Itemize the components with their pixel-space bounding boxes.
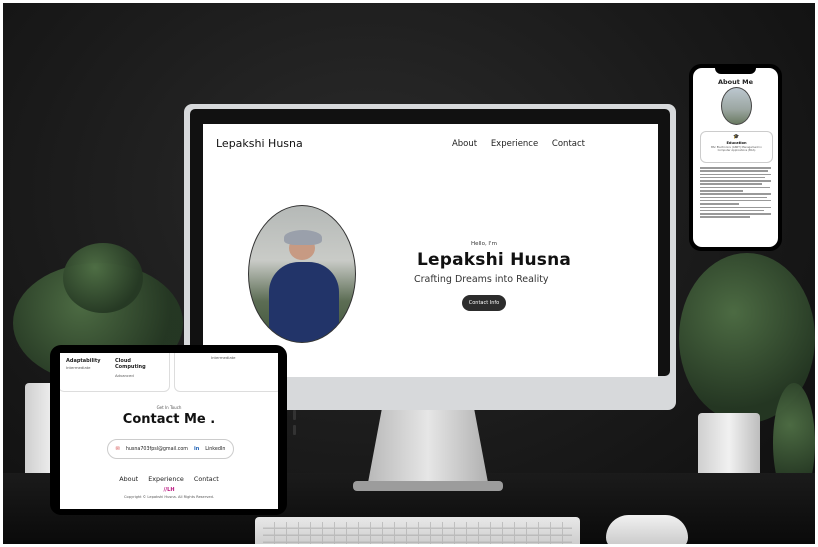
keyboard [255,517,580,544]
site-logo[interactable]: Lepakshi Husna [216,137,303,150]
profile-photo [248,205,356,343]
contact-links: ✉ husna703fpsl@gmail.com in LinkedIn [107,439,234,459]
mouse [606,515,688,544]
linkedin-link[interactable]: LinkedIn [205,447,225,452]
email-link[interactable]: husna703fpsl@gmail.com [126,447,188,452]
skill-title: Adaptability [66,358,101,364]
education-title: Education [726,141,747,145]
get-in-touch-label: Get In Touch [156,405,182,410]
skill-level: Intermediate [66,365,91,370]
footer-nav-about[interactable]: About [119,475,138,483]
skill-level: Intermediate [211,355,236,360]
desktop-website: Lepakshi Husna About Experience Contact … [203,124,658,377]
site-nav: About Experience Contact [441,139,585,149]
skills-card: Adaptability Intermediate Cloud Computin… [60,353,170,392]
education-text: BSc Electronics (GNIIT) Management in Co… [711,146,762,153]
footer-nav-contact[interactable]: Contact [194,475,219,483]
about-paragraph-lines [700,167,771,220]
linkedin-icon: in [193,446,200,452]
mail-icon: ✉ [115,446,120,452]
monitor-stand [367,410,489,488]
nav-experience[interactable]: Experience [491,139,538,149]
contact-heading: Contact Me . [122,412,216,427]
hero-tagline: Crafting Dreams into Reality [414,274,549,285]
education-card: 🎓 Education BSc Electronics (GNIIT) Mana… [700,131,773,163]
skill-title: Cloud Computing [115,358,146,370]
footer-nav-experience[interactable]: Experience [148,475,184,483]
skill-level: Advanced [115,373,134,378]
nav-about[interactable]: About [452,139,477,149]
mockup-scene: Lepakshi Husna About Experience Contact … [3,3,815,544]
tablet-device: Adaptability Intermediate Cloud Computin… [50,345,296,515]
about-photo [721,87,752,125]
hero-greeting: Hello, I'm [471,241,497,247]
graduation-cap-icon: 🎓 [733,134,740,140]
nav-contact[interactable]: Contact [552,139,585,149]
phone-notch [715,68,756,74]
tablet-website: Adaptability Intermediate Cloud Computin… [60,353,278,509]
hero-name: Lepakshi Husna [417,250,572,270]
footer-monogram: //LH [163,487,175,493]
about-title: About Me [717,78,754,86]
skills-card-partial: Intermediate [174,353,278,392]
phone-website: About Me 🎓 Education BSc Electronics (GN… [693,68,778,247]
copyright-text: Copyright © Lepakshi Husna. All Rights R… [123,495,214,499]
phone-device: About Me 🎓 Education BSc Electronics (GN… [689,64,782,251]
monitor-base [353,481,503,491]
footer-nav: About Experience Contact [60,475,278,483]
left-plant-leaves [63,243,143,313]
contact-info-button[interactable]: Contact Info [462,295,506,311]
